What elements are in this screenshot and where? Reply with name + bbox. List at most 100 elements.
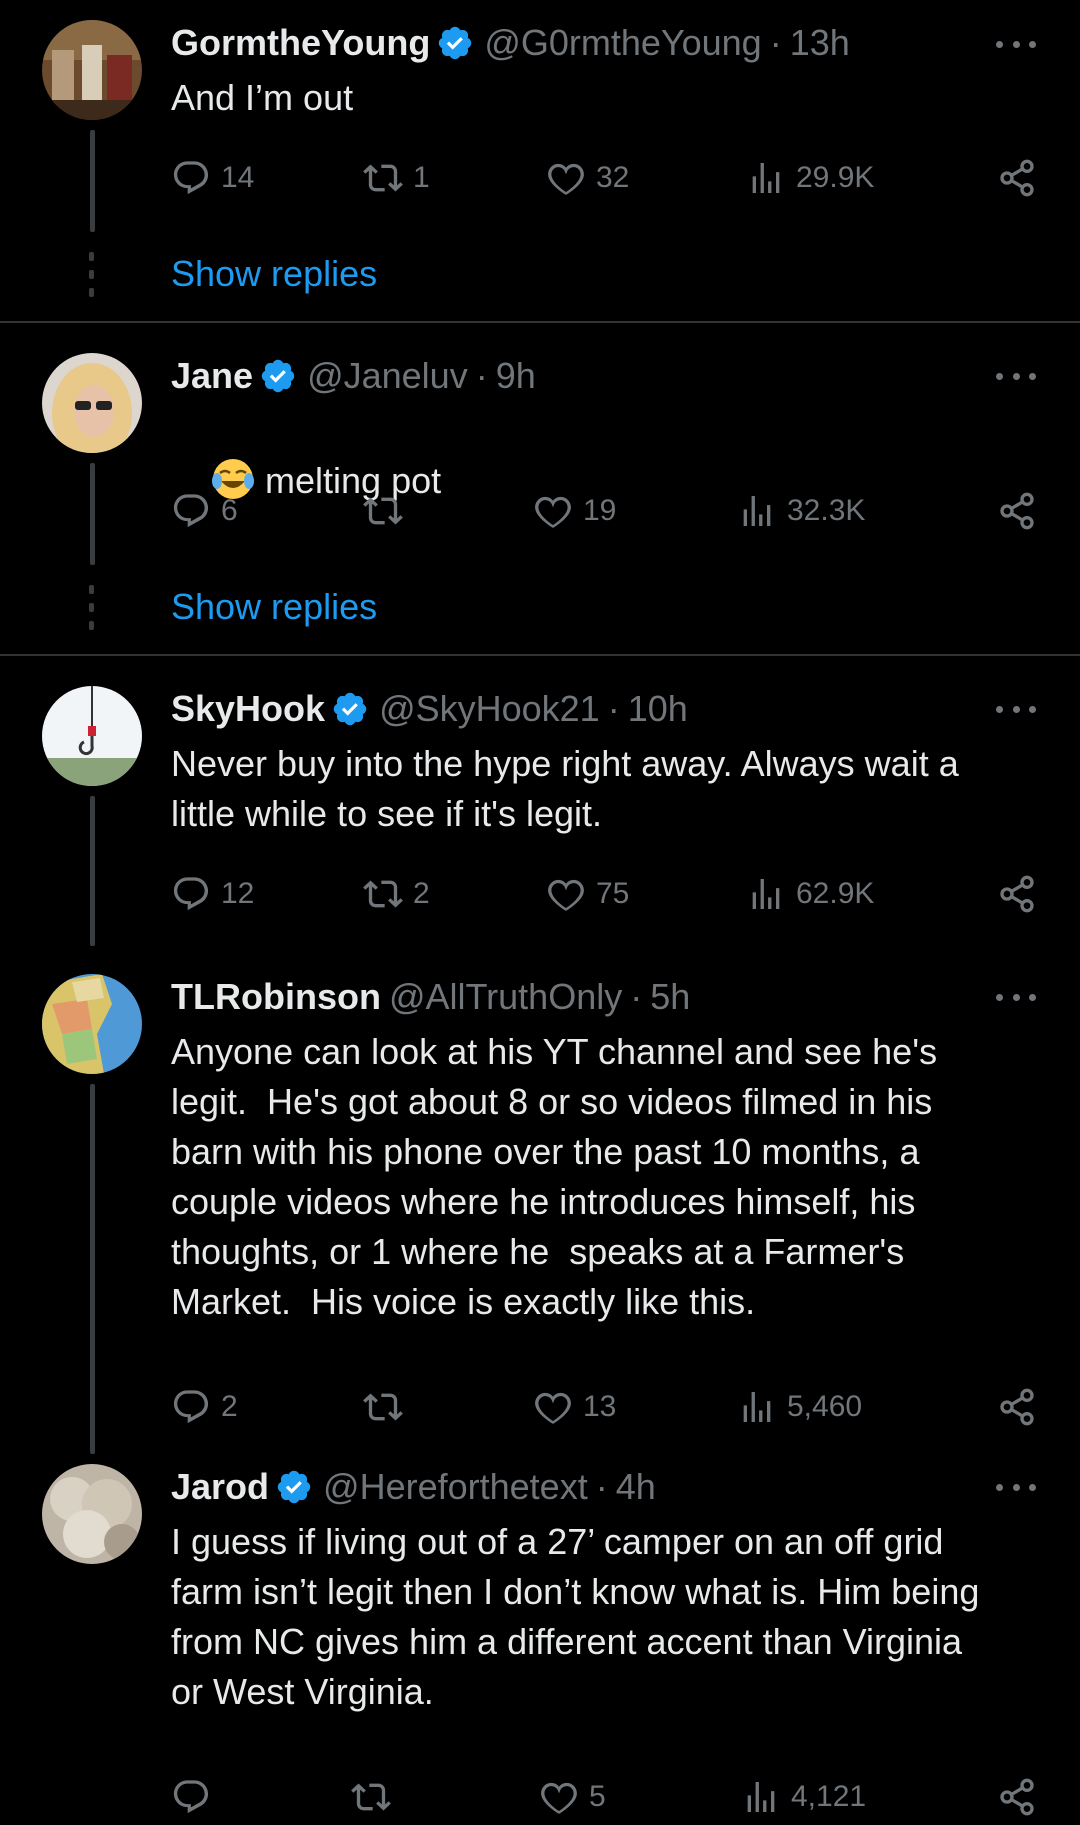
share-button[interactable] [997, 869, 1037, 919]
heart-icon [533, 491, 573, 531]
tweet-text: And I’m out [171, 77, 354, 118]
share-icon [997, 1387, 1037, 1427]
retweet-count: 2 [413, 877, 430, 910]
display-name[interactable]: Jarod [171, 1466, 269, 1508]
action-bar: 14 1 32 29.9K [171, 153, 1037, 203]
retweet-button[interactable]: 1 [363, 153, 430, 203]
views-count: 62.9K [796, 877, 875, 910]
display-name[interactable]: TLRobinson [171, 976, 381, 1018]
tweet-2[interactable]: Jane @Janeluv · 9h melting pot 6 19 32.3… [0, 323, 1080, 655]
retweet-button[interactable] [363, 1382, 413, 1432]
show-replies-link[interactable]: Show replies [171, 253, 377, 295]
views-icon [737, 1387, 777, 1427]
more-options-icon[interactable] [996, 699, 1036, 719]
like-button[interactable]: 32 [546, 153, 629, 203]
tweet-text: Never buy into the hype right away. Alwa… [171, 743, 959, 834]
views-icon [746, 158, 786, 198]
avatar[interactable] [42, 686, 142, 786]
separator: · [769, 22, 782, 63]
share-button[interactable] [997, 1772, 1037, 1822]
user-handle[interactable]: @Janeluv [307, 355, 468, 397]
like-button[interactable]: 5 [539, 1772, 606, 1822]
action-bar: 6 19 32.3K [171, 486, 1037, 536]
reply-count: 12 [221, 877, 255, 910]
reply-button[interactable]: 14 [171, 153, 254, 203]
tweet-header: SkyHook @SkyHook21 · 10h [171, 684, 688, 734]
tweet-header: TLRobinson @AllTruthOnly · 5h [171, 972, 690, 1022]
reply-button[interactable] [171, 1772, 221, 1822]
share-button[interactable] [997, 486, 1037, 536]
like-button[interactable]: 19 [533, 486, 616, 536]
portrait-avatar-image [42, 353, 142, 453]
tweet-1[interactable]: GormtheYoung @G0rmtheYoung · 13h And I’m… [0, 0, 1080, 322]
like-button[interactable]: 75 [546, 869, 629, 919]
display-name[interactable]: GormtheYoung [171, 22, 430, 64]
views-icon [737, 491, 777, 531]
tweet-header: GormtheYoung @G0rmtheYoung · 13h [171, 18, 850, 68]
retweet-count: 1 [413, 161, 430, 194]
share-button[interactable] [997, 153, 1037, 203]
verified-badge-icon[interactable] [331, 690, 369, 728]
reply-button[interactable]: 2 [171, 1382, 238, 1432]
timestamp[interactable]: 5h [650, 976, 690, 1018]
views-button[interactable]: 32.3K [737, 486, 865, 536]
timestamp[interactable]: 9h [496, 355, 536, 397]
show-replies-link[interactable]: Show replies [171, 586, 377, 628]
share-button[interactable] [997, 1382, 1037, 1432]
user-handle[interactable]: @SkyHook21 [379, 688, 600, 730]
verified-badge-icon[interactable] [436, 24, 474, 62]
thread-line [90, 463, 95, 565]
reply-button[interactable]: 6 [171, 486, 238, 536]
avatar[interactable] [42, 974, 142, 1074]
user-handle[interactable]: @Hereforthetext [323, 1466, 588, 1508]
like-count: 75 [596, 877, 630, 910]
more-options-icon[interactable] [996, 34, 1036, 54]
thread-dots [88, 252, 96, 306]
views-button[interactable]: 62.9K [746, 869, 874, 919]
more-options-icon[interactable] [996, 1477, 1036, 1497]
more-options-icon[interactable] [996, 987, 1036, 1007]
timestamp[interactable]: 13h [790, 22, 850, 64]
display-name[interactable]: SkyHook [171, 688, 325, 730]
heart-icon [546, 874, 586, 914]
retweet-icon [351, 1777, 391, 1817]
retweet-button[interactable] [351, 1772, 401, 1822]
retweet-icon [363, 1387, 403, 1427]
separator: · [630, 976, 643, 1017]
more-options-icon[interactable] [996, 366, 1036, 386]
avatar[interactable] [42, 20, 142, 120]
tweet-3[interactable]: SkyHook @SkyHook21 · 10h Never buy into … [0, 656, 1080, 946]
user-handle[interactable]: @AllTruthOnly [389, 976, 622, 1018]
tweet-5[interactable]: Jarod @Hereforthetext · 4h I guess if li… [0, 1460, 1080, 1825]
share-icon [997, 1777, 1037, 1817]
verified-badge-icon[interactable] [275, 1468, 313, 1506]
reply-button[interactable]: 12 [171, 869, 254, 919]
retweet-button[interactable] [363, 486, 413, 536]
map-avatar-image [42, 974, 142, 1074]
separator: · [595, 1466, 608, 1507]
like-button[interactable]: 13 [533, 1382, 616, 1432]
like-count: 13 [583, 1390, 617, 1423]
like-count: 32 [596, 161, 630, 194]
retweet-button[interactable]: 2 [363, 869, 430, 919]
share-icon [997, 158, 1037, 198]
thread-line [90, 796, 95, 946]
views-button[interactable]: 5,460 [737, 1382, 862, 1432]
views-count: 32.3K [787, 494, 866, 527]
timestamp[interactable]: 10h [628, 688, 688, 730]
thread-line [90, 130, 95, 232]
user-handle[interactable]: @G0rmtheYoung [484, 22, 761, 64]
action-bar: 2 13 5,460 [171, 1382, 1037, 1432]
action-bar: 5 4,121 [171, 1772, 1037, 1822]
display-name[interactable]: Jane [171, 355, 253, 397]
avatar[interactable] [42, 353, 142, 453]
action-bar: 12 2 75 62.9K [171, 869, 1037, 919]
avatar[interactable] [42, 1464, 142, 1564]
tweet-4[interactable]: TLRobinson @AllTruthOnly · 5h Anyone can… [0, 946, 1080, 1460]
reply-count: 6 [221, 494, 238, 527]
thread-dots [88, 585, 96, 639]
views-button[interactable]: 4,121 [741, 1772, 866, 1822]
verified-badge-icon[interactable] [259, 357, 297, 395]
timestamp[interactable]: 4h [616, 1466, 656, 1508]
views-button[interactable]: 29.9K [746, 153, 874, 203]
